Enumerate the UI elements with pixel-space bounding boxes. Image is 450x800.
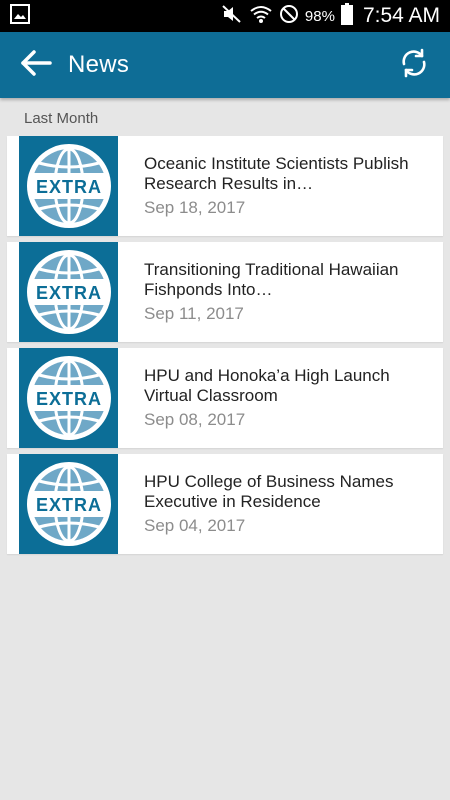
news-title: HPU and Honoka’a High Launch Virtual Cla…	[144, 366, 390, 405]
arrow-left-icon	[20, 49, 52, 82]
news-thumbnail: EXTRA	[19, 454, 118, 554]
globe-icon: EXTRA	[26, 250, 111, 334]
news-item[interactable]: EXTRA HPU College of Business Names Exec…	[7, 454, 443, 554]
news-date: Sep 18, 2017	[144, 198, 246, 217]
news-item[interactable]: EXTRA Transitioning Traditional Hawaiian…	[7, 242, 443, 342]
globe-icon: EXTRA	[26, 144, 111, 228]
globe-icon: EXTRA	[26, 356, 111, 440]
mute-icon	[221, 4, 243, 29]
refresh-button[interactable]	[396, 47, 432, 83]
news-thumbnail: EXTRA	[19, 242, 118, 342]
news-item[interactable]: EXTRA HPU and Honoka’a High Launch Virtu…	[7, 348, 443, 448]
refresh-icon	[398, 47, 430, 84]
section-header: Last Month	[24, 110, 99, 127]
no-disturb-icon	[279, 4, 299, 29]
gallery-icon	[10, 3, 30, 29]
thumb-label: EXTRA	[35, 177, 101, 197]
news-title: HPU College of Business Names Executive …	[144, 472, 394, 511]
news-title: Oceanic Institute Scientists Publish Res…	[144, 154, 409, 193]
thumb-label: EXTRA	[35, 495, 101, 515]
news-thumbnail: EXTRA	[19, 136, 118, 236]
news-date: Sep 04, 2017	[144, 516, 246, 535]
news-thumbnail: EXTRA	[19, 348, 118, 448]
page-title: News	[68, 51, 130, 78]
clock: 7:54 AM	[362, 4, 440, 27]
news-date: Sep 11, 2017	[144, 304, 244, 323]
news-list: EXTRA Oceanic Institute Scientists Publi…	[7, 136, 443, 560]
app-bar: News	[0, 32, 450, 98]
news-title: Transitioning Traditional Hawaiian Fishp…	[144, 260, 399, 299]
news-item[interactable]: EXTRA Oceanic Institute Scientists Publi…	[7, 136, 443, 236]
battery-percent: 98%	[304, 7, 335, 25]
wifi-icon	[249, 4, 273, 29]
thumb-label: EXTRA	[35, 283, 101, 303]
battery-icon	[340, 2, 353, 30]
news-date: Sep 08, 2017	[144, 410, 246, 429]
status-bar: 98% 7:54 AM	[0, 0, 450, 32]
globe-icon: EXTRA	[26, 462, 111, 546]
thumb-label: EXTRA	[35, 389, 101, 409]
back-button[interactable]	[18, 47, 54, 83]
